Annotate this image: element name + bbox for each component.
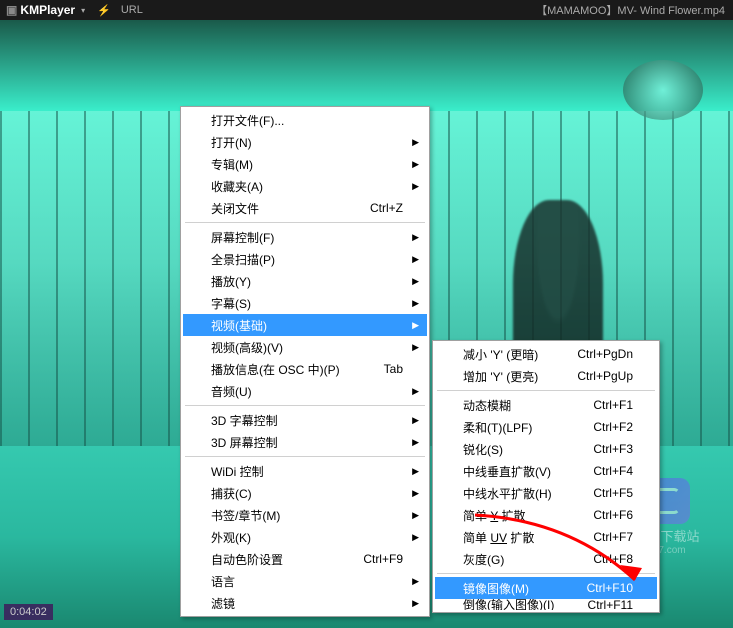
chevron-right-icon: ▶	[412, 488, 419, 499]
submenu-mirror[interactable]: 镜像图像(M)Ctrl+F10	[435, 577, 657, 599]
menu-open[interactable]: 打开(N)▶	[183, 131, 427, 153]
menu-audio[interactable]: 音频(U)▶	[183, 380, 427, 402]
submenu-mid-v[interactable]: 中线垂直扩散(V)Ctrl+F4	[435, 460, 657, 482]
title-bar: ▣ KMPlayer ▾ ⚡ URL 【MAMAMOO】MV- Wind Flo…	[0, 0, 733, 20]
menu-filter[interactable]: 滤镜▶	[183, 592, 427, 614]
submenu-flip[interactable]: 倒像(输入图像)(I)Ctrl+F11	[435, 599, 657, 610]
menu-favorites[interactable]: 收藏夹(A)▶	[183, 175, 427, 197]
menu-appearance[interactable]: 外观(K)▶	[183, 526, 427, 548]
menu-3d-subtitle[interactable]: 3D 字幕控制▶	[183, 409, 427, 431]
submenu-soft[interactable]: 柔和(T)(LPF)Ctrl+F2	[435, 416, 657, 438]
menu-capture[interactable]: 捕获(C)▶	[183, 482, 427, 504]
menu-play[interactable]: 播放(Y)▶	[183, 270, 427, 292]
chevron-right-icon: ▶	[412, 298, 419, 309]
chevron-right-icon: ▶	[412, 576, 419, 587]
bolt-icon[interactable]: ⚡	[97, 4, 111, 17]
submenu-simple-y[interactable]: 简单 Y 扩散Ctrl+F6	[435, 504, 657, 526]
url-button[interactable]: URL	[121, 4, 143, 16]
chevron-right-icon: ▶	[412, 598, 419, 609]
submenu-video-basic: 减小 'Y' (更暗)Ctrl+PgDn 增加 'Y' (更亮)Ctrl+PgU…	[432, 340, 660, 613]
menu-separator	[437, 390, 655, 391]
menu-subtitle[interactable]: 字幕(S)▶	[183, 292, 427, 314]
chevron-right-icon: ▶	[412, 466, 419, 477]
submenu-mid-h[interactable]: 中线水平扩散(H)Ctrl+F5	[435, 482, 657, 504]
chevron-right-icon: ▶	[412, 532, 419, 543]
submenu-motion-blur[interactable]: 动态模糊Ctrl+F1	[435, 394, 657, 416]
context-menu: 打开文件(F)... 打开(N)▶ 专辑(M)▶ 收藏夹(A)▶ 关闭文件Ctr…	[180, 106, 430, 617]
chevron-right-icon: ▶	[412, 137, 419, 148]
submenu-simple-uv[interactable]: 简单 UV 扩散Ctrl+F7	[435, 526, 657, 548]
chevron-down-icon[interactable]: ▾	[81, 6, 85, 15]
chevron-right-icon: ▶	[412, 181, 419, 192]
chevron-right-icon: ▶	[412, 159, 419, 170]
app-logo: ▣ KMPlayer	[6, 3, 75, 17]
menu-screen-control[interactable]: 屏幕控制(F)▶	[183, 226, 427, 248]
submenu-sharpen[interactable]: 锐化(S)Ctrl+F3	[435, 438, 657, 460]
menu-separator	[185, 456, 425, 457]
menu-playback-info[interactable]: 播放信息(在 OSC 中)(P)Tab	[183, 358, 427, 380]
menu-language[interactable]: 语言▶	[183, 570, 427, 592]
menu-album[interactable]: 专辑(M)▶	[183, 153, 427, 175]
menu-separator	[185, 222, 425, 223]
chevron-right-icon: ▶	[412, 386, 419, 397]
chevron-right-icon: ▶	[412, 232, 419, 243]
menu-widi[interactable]: WiDi 控制▶	[183, 460, 427, 482]
menu-close-file[interactable]: 关闭文件Ctrl+Z	[183, 197, 427, 219]
chevron-right-icon: ▶	[412, 320, 419, 331]
video-decor	[623, 60, 703, 120]
menu-bookmark[interactable]: 书签/章节(M)▶	[183, 504, 427, 526]
submenu-inc-y[interactable]: 增加 'Y' (更亮)Ctrl+PgUp	[435, 365, 657, 387]
chevron-right-icon: ▶	[412, 437, 419, 448]
menu-separator	[437, 573, 655, 574]
menu-video-basic[interactable]: 视频(基础)▶	[183, 314, 427, 336]
submenu-gray[interactable]: 灰度(G)Ctrl+F8	[435, 548, 657, 570]
chevron-right-icon: ▶	[412, 254, 419, 265]
menu-pano-scan[interactable]: 全景扫描(P)▶	[183, 248, 427, 270]
playback-time: 0:04:02	[4, 604, 53, 620]
menu-separator	[185, 405, 425, 406]
chevron-right-icon: ▶	[412, 342, 419, 353]
submenu-dec-y[interactable]: 减小 'Y' (更暗)Ctrl+PgDn	[435, 343, 657, 365]
chevron-right-icon: ▶	[412, 510, 419, 521]
chevron-right-icon: ▶	[412, 276, 419, 287]
menu-video-adv[interactable]: 视频(高级)(V)▶	[183, 336, 427, 358]
menu-auto-color[interactable]: 自动色阶设置Ctrl+F9	[183, 548, 427, 570]
file-title: 【MAMAMOO】MV- Wind Flower.mp4	[536, 2, 725, 18]
menu-open-file[interactable]: 打开文件(F)...	[183, 109, 427, 131]
chevron-right-icon: ▶	[412, 415, 419, 426]
menu-3d-screen[interactable]: 3D 屏幕控制▶	[183, 431, 427, 453]
